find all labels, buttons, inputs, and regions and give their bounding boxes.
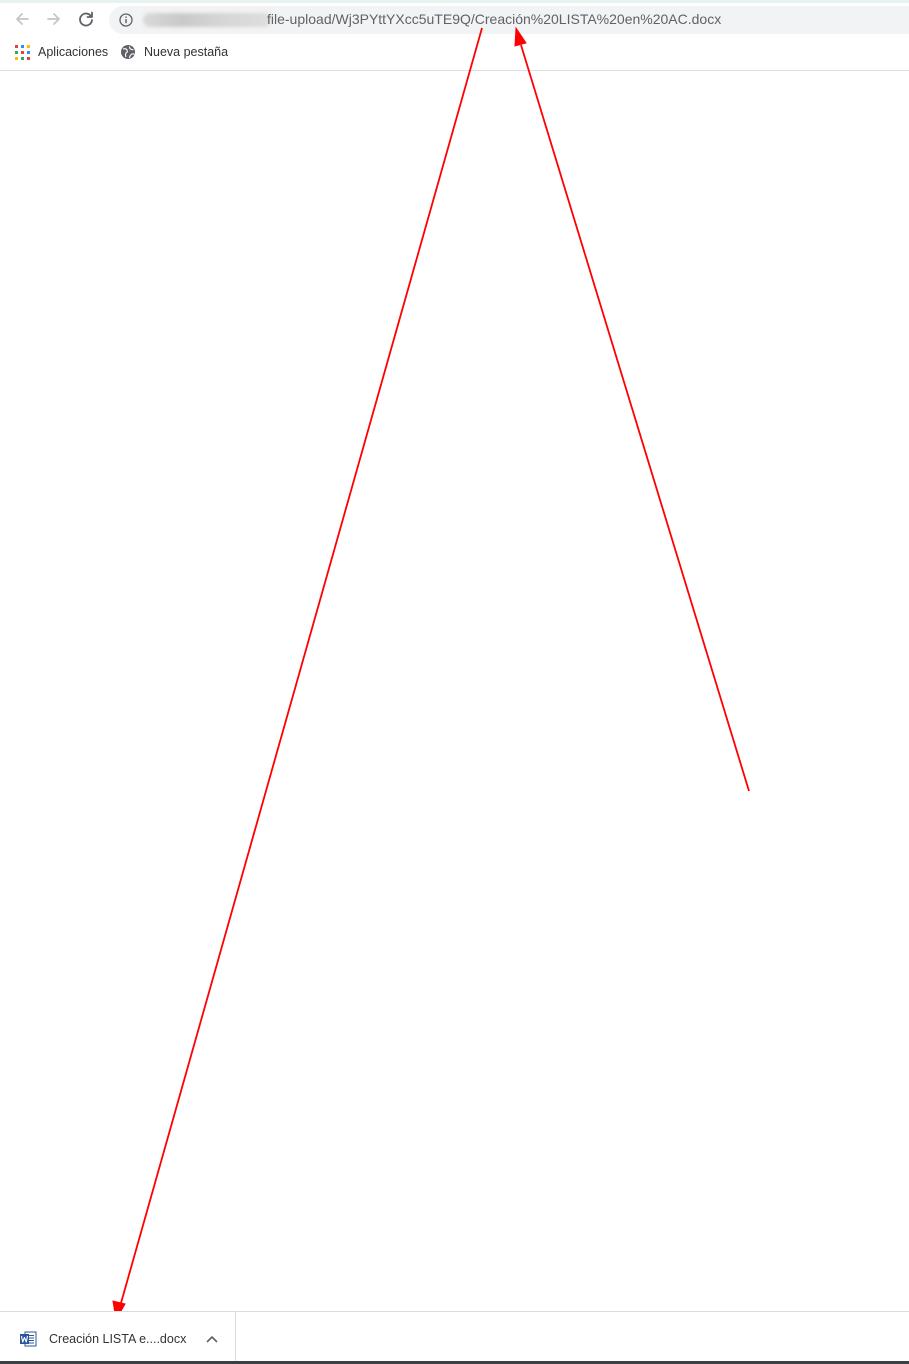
apps-grid-icon: [15, 44, 30, 60]
page-content: [0, 71, 909, 1311]
bookmark-new-tab-label: Nueva pestaña: [144, 45, 229, 59]
reload-icon: [79, 11, 93, 27]
download-filename: Creación LISTA e....docx: [49, 1332, 187, 1346]
arrow-left-icon: [16, 13, 29, 25]
download-item[interactable]: Creación LISTA e....docx: [0, 1312, 236, 1364]
bookmark-apps-label: Aplicaciones: [38, 45, 109, 59]
forward-button[interactable]: [43, 8, 65, 30]
bookmark-new-tab[interactable]: Nueva pestaña: [120, 43, 228, 61]
back-button[interactable]: [11, 8, 33, 30]
browser-toolbar: file-upload/Wj3PYttYXcc5uTE9Q/Creación%2…: [0, 3, 909, 36]
redacted-domain: [143, 13, 271, 27]
arrow-right-icon: [47, 13, 60, 25]
word-document-icon: [20, 1331, 37, 1347]
bookmarks-bar: Aplicaciones Nueva pestaña: [0, 36, 909, 71]
bookmark-apps[interactable]: Aplicaciones: [15, 43, 108, 61]
address-bar[interactable]: file-upload/Wj3PYttYXcc5uTE9Q/Creación%2…: [109, 6, 909, 34]
reload-button[interactable]: [75, 8, 97, 30]
download-shelf: Creación LISTA e....docx: [0, 1311, 909, 1364]
globe-icon: [121, 45, 135, 59]
browser-window: file-upload/Wj3PYttYXcc5uTE9Q/Creación%2…: [0, 0, 909, 1364]
url-text[interactable]: file-upload/Wj3PYttYXcc5uTE9Q/Creación%2…: [267, 11, 721, 27]
info-icon[interactable]: [119, 13, 133, 27]
download-menu-button[interactable]: [203, 1332, 221, 1346]
chevron-up-icon: [206, 1336, 218, 1343]
